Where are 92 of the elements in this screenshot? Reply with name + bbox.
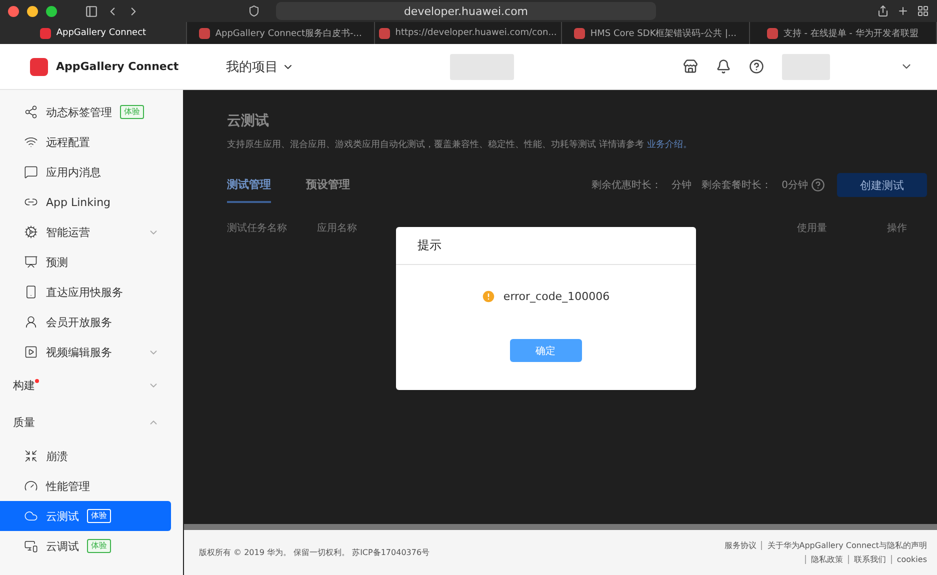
device-icon	[24, 539, 38, 553]
message-icon	[24, 165, 38, 179]
address-bar[interactable]: developer.huawei.com	[276, 2, 656, 20]
favicon-icon	[40, 28, 52, 38]
favicon-icon	[767, 28, 778, 38]
item-label: 云调试	[46, 538, 79, 554]
new-tab-icon[interactable]	[897, 5, 909, 17]
cloud-icon	[24, 509, 38, 523]
trial-tag: 体验	[87, 539, 111, 553]
section-label: 构建	[13, 378, 35, 393]
sidebar-item[interactable]: 会员开放服务	[0, 307, 171, 337]
create-test-button[interactable]: 创建测试	[837, 173, 927, 197]
page-tab[interactable]: 预设管理	[306, 167, 350, 203]
shield-icon[interactable]	[248, 5, 260, 17]
item-label: 性能管理	[46, 478, 90, 494]
user-icon	[24, 315, 38, 329]
sidebar-item[interactable]: 云调试 体验	[0, 531, 171, 561]
footer-link[interactable]: 服务协议	[724, 540, 756, 551]
logo-icon	[30, 58, 48, 76]
footer-link[interactable]: 联系我们	[854, 554, 886, 565]
sidebar-section[interactable]: 质量	[0, 404, 183, 441]
sidebar-item[interactable]: 直达应用快服务	[0, 277, 171, 307]
package-label: 剩余套餐时长：	[702, 178, 772, 192]
gear-icon	[24, 225, 38, 239]
item-label: 远程配置	[46, 134, 90, 150]
browser-tab[interactable]: 支持 - 在线提单 - 华为开发者联盟	[750, 22, 937, 44]
phone-icon	[24, 285, 38, 299]
shrink-icon	[24, 449, 38, 463]
page-tab[interactable]: 测试管理	[227, 167, 271, 203]
browser-tab[interactable]: AppGallery Connect	[0, 22, 188, 44]
minimize-dot[interactable]	[27, 6, 38, 16]
page-title: 云测试	[227, 112, 270, 130]
column-header: 使用量	[797, 222, 827, 235]
sidebar-item[interactable]: App Linking	[0, 187, 171, 217]
warning-icon	[481, 289, 496, 304]
copyright-text: 版权所有 © 2019 华为。 保留一切权利。 苏ICP备17040376号	[199, 547, 430, 558]
sidebar-item[interactable]: 性能管理	[0, 471, 171, 501]
gauge-icon	[24, 479, 38, 493]
grid-icon[interactable]	[917, 5, 929, 17]
chart-board-icon	[24, 255, 38, 269]
promo-value: 分钟	[672, 178, 692, 192]
zoom-dot[interactable]	[46, 6, 57, 16]
brand-name: AppGallery Connect	[56, 60, 180, 73]
share-icon[interactable]	[877, 5, 889, 17]
store-icon[interactable]	[683, 59, 698, 74]
favicon-icon	[379, 28, 390, 38]
trial-tag: 体验	[120, 105, 144, 119]
package-value: 0分钟	[782, 178, 808, 192]
column-header: 应用名称	[317, 222, 357, 235]
bell-icon[interactable]	[716, 59, 731, 74]
item-label: 智能运营	[46, 224, 90, 240]
sidebar-item[interactable]: 崩溃	[0, 441, 171, 471]
help-icon[interactable]	[749, 59, 764, 74]
blurred-area	[782, 54, 830, 80]
sidebar-item[interactable]: 预测	[0, 247, 171, 277]
promo-label: 剩余优惠时长：	[592, 178, 662, 192]
column-header: 测试任务名称	[227, 222, 287, 235]
blurred-area	[450, 54, 514, 80]
column-header: 操作	[887, 222, 907, 235]
item-label: 预测	[46, 254, 68, 270]
page-description: 支持原生应用、混合应用、游戏类应用自动化测试，覆盖兼容性、稳定性、性能、功耗等测试 详情请参考 业务介绍。	[227, 138, 693, 151]
project-menu[interactable]: 我的项目	[226, 58, 294, 76]
sidebar-icon[interactable]	[85, 4, 98, 18]
error-message: error_code_100006	[503, 290, 610, 303]
item-label: 直达应用快服务	[46, 284, 123, 300]
help-icon[interactable]	[811, 178, 825, 192]
item-label: 崩溃	[46, 448, 68, 464]
item-label: 会员开放服务	[46, 314, 112, 330]
trial-tag: 体验	[87, 509, 111, 523]
favicon-icon	[574, 28, 586, 38]
item-label: 视频编辑服务	[46, 344, 112, 360]
item-label: 云测试	[46, 508, 79, 524]
footer-link[interactable]: 关于华为AppGallery Connect与隐私的声明	[767, 540, 927, 551]
sidebar-item[interactable]: 视频编辑服务	[0, 337, 171, 367]
sidebar-item[interactable]: 动态标签管理 体验	[0, 97, 171, 127]
item-label: 动态标签管理	[46, 104, 112, 120]
section-label: 质量	[13, 415, 35, 430]
close-dot[interactable]	[8, 6, 19, 16]
sidebar-section[interactable]: 构建	[0, 367, 183, 404]
sidebar-item[interactable]: 智能运营	[0, 217, 171, 247]
item-label: App Linking	[46, 196, 111, 208]
intro-link[interactable]: 业务介绍。	[646, 140, 692, 150]
sidebar-item[interactable]: 远程配置	[0, 127, 171, 157]
dialog-title: 提示	[396, 227, 696, 265]
sidebar-item[interactable]: 云测试 体验	[0, 501, 171, 531]
favicon-icon	[199, 28, 210, 38]
nodes-icon	[24, 105, 38, 119]
play-icon	[24, 345, 38, 359]
item-label: 应用内消息	[46, 164, 101, 180]
sidebar-item[interactable]: 应用内消息	[0, 157, 171, 187]
footer-link[interactable]: 隐私政策	[810, 554, 843, 565]
footer-link[interactable]: cookies	[896, 555, 927, 564]
